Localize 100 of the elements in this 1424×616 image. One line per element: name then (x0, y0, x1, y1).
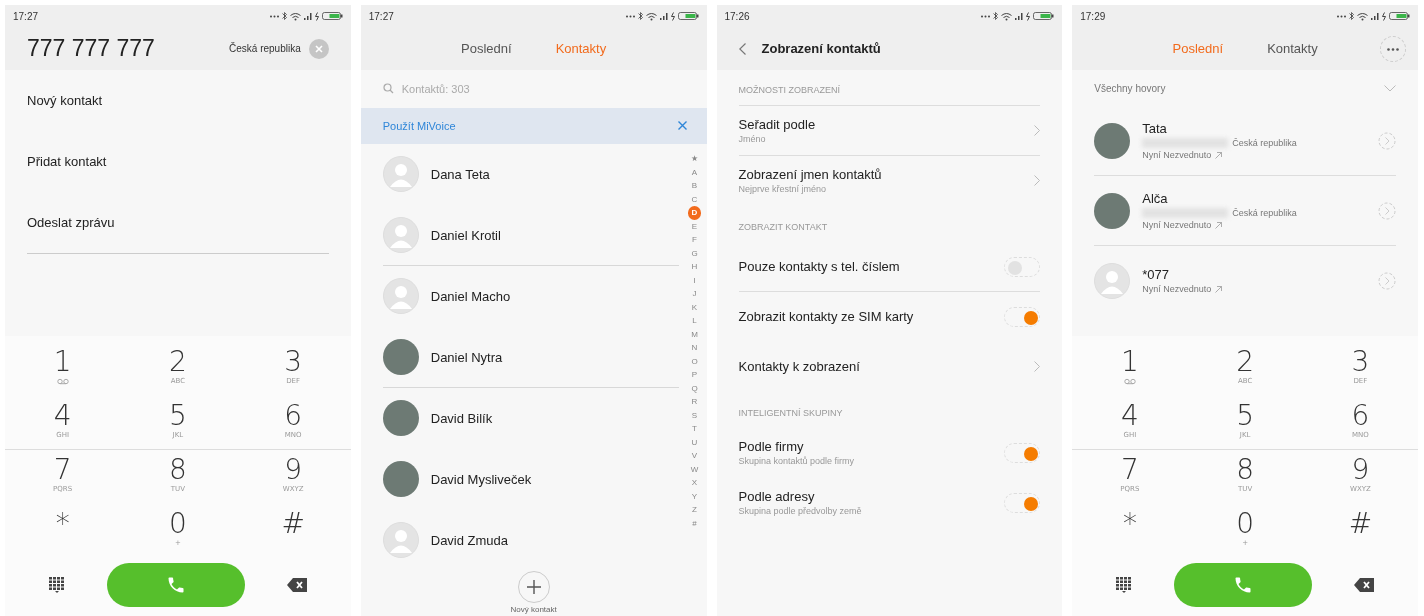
settings-item[interactable]: Zobrazit kontakty ze SIM karty (738, 292, 1041, 342)
charging-icon (1026, 11, 1031, 21)
call-status: Nyní Nezvednuto (1142, 284, 1212, 294)
caller-name: Tata (1142, 121, 1168, 136)
index-letter[interactable]: N (688, 341, 701, 355)
menu-item[interactable]: Nový kontakt (27, 70, 329, 131)
more-icon (1387, 47, 1399, 51)
index-letter[interactable]: W (688, 462, 701, 476)
call-button[interactable] (106, 563, 245, 607)
caller-country: Česká republika (1232, 138, 1297, 148)
dialpad-key[interactable]: # (1302, 504, 1418, 558)
battery-icon (677, 12, 699, 20)
close-icon (314, 44, 323, 53)
chevron-right-icon (1034, 125, 1041, 136)
contact-item[interactable]: David Mysliveček (382, 449, 679, 510)
index-letter[interactable]: S (688, 408, 701, 422)
section-header: ZOBRAZIT KONTAKT (738, 221, 829, 234)
wifi-icon (645, 11, 657, 21)
dialpad-key[interactable]: * (1072, 504, 1188, 558)
details-icon (1378, 131, 1396, 150)
index-letter[interactable]: # (688, 516, 701, 530)
index-letter[interactable]: R (688, 395, 701, 409)
contact-item[interactable]: David Bilík (382, 388, 679, 449)
index-letter[interactable]: C (688, 192, 701, 206)
phone-number: 777 777 777 (27, 35, 156, 62)
add-label: Nový kontakt (510, 605, 557, 614)
settings-title: Seřadit podle (738, 117, 816, 132)
signal-icon (1371, 12, 1379, 20)
settings-item[interactable]: Podle adresy Skupina podle předvolby země (738, 478, 1041, 528)
dialpad-key[interactable]: 1 (5, 342, 121, 396)
menu-item[interactable]: Odeslat zprávu (27, 192, 329, 253)
contact-name: David Mysliveček (430, 471, 532, 487)
dialpad-key[interactable]: * (5, 504, 121, 558)
settings-item[interactable]: Seřadit podle Jméno (738, 106, 1041, 156)
index-letter[interactable]: F (688, 233, 701, 247)
settings-title: Podle adresy (738, 489, 816, 504)
battery-icon (321, 12, 343, 20)
index-letter[interactable]: E (688, 219, 701, 233)
index-letter[interactable]: A (688, 165, 701, 179)
index-letter[interactable]: H (688, 260, 701, 274)
tab[interactable]: Kontakty (1265, 37, 1320, 60)
index-letter[interactable]: O (688, 354, 701, 368)
call-item[interactable]: Alča Česká republika Nyní Nezvednuto (1094, 176, 1396, 246)
contact-item[interactable]: Dana Teta (382, 144, 679, 205)
call-button[interactable] (1174, 563, 1313, 607)
back-icon (738, 42, 746, 55)
section-header: MOŽNOSTI ZOBRAZENÍ (738, 70, 1041, 106)
clear-button[interactable] (308, 38, 329, 59)
index-letter[interactable]: Z (688, 503, 701, 517)
dialpad-key[interactable]: 1 (1072, 342, 1188, 396)
dialpad-key[interactable]: # (235, 504, 351, 558)
avatar-icon (382, 156, 419, 192)
settings-item[interactable]: Podle firmy Skupina kontaktů podle firmy (738, 428, 1041, 478)
index-letter[interactable]: U (688, 435, 701, 449)
plus-icon (526, 580, 541, 594)
details-icon (1378, 271, 1396, 290)
contact-item[interactable]: Daniel Krotil (382, 205, 679, 266)
outgoing-arrow-icon (1215, 151, 1223, 159)
avatar-icon (1094, 262, 1131, 299)
voicemail-icon (1123, 378, 1136, 385)
dots-icon (981, 14, 991, 18)
index-letter[interactable]: G (688, 246, 701, 260)
outgoing-arrow-icon (1215, 285, 1223, 293)
index-letter[interactable]: Y (688, 489, 701, 503)
tab[interactable]: Poslední (459, 37, 514, 60)
menu-item[interactable]: Přidat kontakt (27, 131, 329, 192)
index-letter[interactable]: B (688, 179, 701, 193)
index-letter[interactable]: M (688, 327, 701, 341)
screen-title: Zobrazení kontaktů (761, 41, 881, 56)
settings-title: Zobrazení jmen kontaktů (738, 167, 882, 182)
index-letter[interactable]: J (688, 287, 701, 301)
index-letter[interactable]: T (688, 422, 701, 436)
avatar-icon (382, 522, 419, 558)
index-letter[interactable]: Q (688, 381, 701, 395)
call-item[interactable]: Tata Česká republika Nyní Nezvednuto (1094, 106, 1396, 176)
contact-item[interactable]: David Zmuda (382, 510, 679, 571)
status-time: 17:29 (1080, 10, 1106, 22)
outgoing-arrow-icon (1215, 221, 1223, 229)
index-letter[interactable]: P (688, 368, 701, 382)
search-field[interactable]: Kontaktů: 303 (399, 81, 546, 96)
index-letter[interactable]: K (688, 300, 701, 314)
index-letter[interactable]: L (688, 314, 701, 328)
settings-item[interactable]: Kontakty k zobrazení (738, 342, 1041, 392)
search-icon (382, 83, 394, 95)
settings-item[interactable]: Pouze kontakty s tel. číslem (738, 242, 1041, 292)
details-icon (1378, 201, 1396, 220)
settings-item[interactable]: Zobrazení jmen kontaktů Nejprve křestní jméno (738, 156, 1041, 206)
photo-placeholder (1094, 192, 1131, 229)
chevron-right-icon (1034, 175, 1041, 186)
filter-dropdown[interactable]: Všechny hovory (1072, 70, 1418, 106)
bluetooth-icon (637, 11, 643, 21)
index-letter[interactable]: I (688, 273, 701, 287)
contact-item[interactable]: Daniel Nytra (382, 327, 679, 388)
call-item[interactable]: *077 Nyní Nezvednuto (1094, 246, 1396, 316)
settings-subtitle: Skupina podle předvolby země (738, 506, 862, 516)
contact-item[interactable]: Daniel Macho (382, 266, 679, 327)
settings-title: Pouze kontakty s tel. číslem (738, 259, 900, 274)
bluetooth-icon (1349, 11, 1354, 21)
index-letter[interactable]: V (688, 449, 701, 463)
settings-title: Zobrazit kontakty ze SIM karty (738, 309, 914, 324)
